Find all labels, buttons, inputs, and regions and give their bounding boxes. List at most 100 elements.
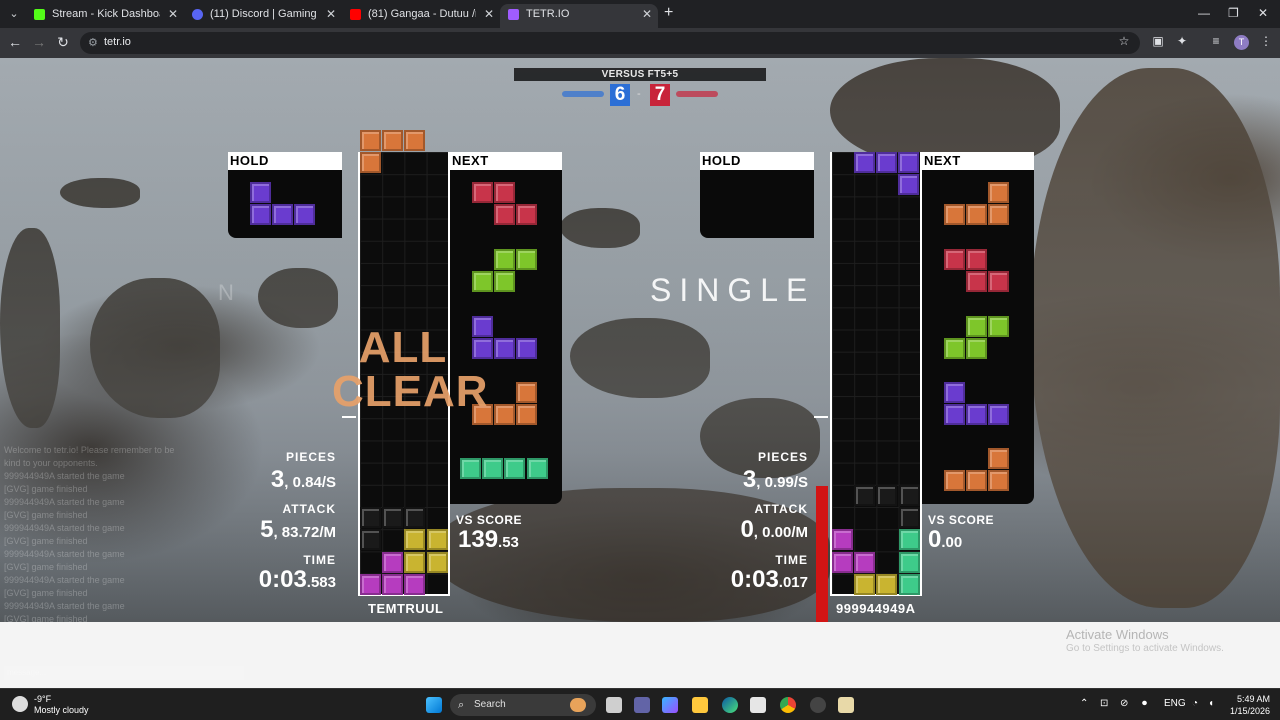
left-score: 6	[610, 84, 630, 106]
store-icon[interactable]	[750, 697, 766, 713]
file-explorer-icon[interactable]	[692, 697, 708, 713]
language-indicator[interactable]: ENG	[1164, 698, 1186, 709]
garbage-meter-marker	[814, 416, 828, 418]
obs-icon[interactable]	[810, 697, 826, 713]
tray-network-icon[interactable]: ⊘	[1120, 698, 1128, 709]
chat-line: 999944949A started the game	[4, 523, 125, 533]
close-icon[interactable]: ✕	[642, 4, 652, 24]
next-mino	[494, 249, 516, 270]
board-mino	[426, 551, 448, 573]
close-icon[interactable]: ✕	[484, 4, 494, 24]
tab-tetrio[interactable]: TETR.IO ✕	[500, 4, 658, 28]
back-icon[interactable]: ←	[6, 34, 24, 50]
tab-strip: ⌄ Stream - Kick Dashboard ✕ (11) Discord…	[0, 0, 1280, 28]
forward-icon[interactable]: →	[30, 34, 48, 50]
media-icon[interactable]: ≡	[1208, 34, 1224, 48]
falling-mino	[854, 152, 875, 173]
next-mino	[526, 458, 548, 479]
vs-score-frac: .53	[498, 534, 519, 551]
minimize-icon[interactable]: —	[1198, 6, 1210, 20]
left-player-name: TEMTRUUL	[368, 601, 444, 616]
single-callout: SINGLE	[650, 272, 816, 308]
ghost-mino	[360, 507, 381, 529]
clock[interactable]: 5:49 AM 1/15/2026	[1226, 693, 1270, 717]
menu-icon[interactable]: ⋮	[1258, 34, 1274, 48]
start-icon[interactable]	[426, 697, 442, 713]
attack-label: ATTACK	[754, 502, 808, 516]
app-icon[interactable]	[838, 697, 854, 713]
next-mino	[494, 182, 516, 203]
copilot-icon[interactable]	[662, 697, 678, 713]
board-mino	[832, 551, 853, 573]
attack-rate: 0.00/M	[762, 524, 808, 541]
time-main: 0:03	[730, 566, 779, 593]
next-mino	[988, 404, 1010, 426]
url-text: tetr.io	[104, 36, 131, 48]
tab-search-icon[interactable]: ⌄	[6, 6, 22, 22]
tab-discord[interactable]: (11) Discord | Gaming | Gvn ✕	[184, 4, 342, 28]
microphone-icon[interactable]: ⏺	[1142, 698, 1147, 709]
board-mino	[898, 573, 920, 595]
next-mino	[516, 338, 538, 360]
chrome-icon[interactable]	[780, 697, 796, 713]
next-mino	[472, 316, 493, 337]
tab-label: TETR.IO	[526, 8, 570, 20]
chat-input[interactable]: message...	[4, 666, 244, 680]
maximize-icon[interactable]: ❐	[1228, 6, 1239, 20]
tab-kick[interactable]: Stream - Kick Dashboard ✕	[26, 4, 184, 28]
chat-line: [GVG] game finished	[4, 588, 88, 598]
tray-chevron-icon[interactable]: ⌃	[1080, 698, 1088, 709]
extension-icon[interactable]: ▣	[1150, 34, 1166, 48]
next-mino	[944, 382, 965, 403]
next-mino	[988, 316, 1010, 337]
wifi-icon[interactable]: ◔	[1192, 698, 1198, 709]
puzzle-icon[interactable]: ✦	[1174, 34, 1190, 48]
vs-score-label: VS SCORE	[456, 513, 523, 527]
board-mino	[832, 529, 853, 551]
edge-icon[interactable]	[722, 697, 738, 713]
board-mino	[898, 551, 920, 573]
window-close-icon[interactable]: ✕	[1258, 6, 1268, 20]
next-mino	[944, 249, 965, 270]
board-mino	[382, 573, 404, 595]
teams-icon[interactable]	[634, 697, 650, 713]
close-icon[interactable]: ✕	[168, 4, 178, 24]
falling-mino	[382, 130, 404, 151]
tray-app-icon[interactable]: ⊡	[1100, 698, 1108, 709]
bookmark-star-icon[interactable]: ☆	[1116, 34, 1132, 48]
volume-icon[interactable]: ◖	[1208, 698, 1214, 709]
weather-temp[interactable]: -9°F	[34, 694, 51, 704]
next-mino	[966, 271, 988, 293]
profile-avatar[interactable]: T	[1234, 35, 1249, 50]
pieces-rate: 0.99/S	[764, 474, 808, 491]
attack-count: 0	[740, 516, 754, 543]
pieces-label: PIECES	[757, 450, 808, 464]
site-info-icon[interactable]: ⚙	[88, 36, 98, 49]
next-mino	[966, 470, 988, 492]
vs-score-main: 139	[458, 526, 499, 553]
hold-mino	[272, 204, 294, 226]
weather-icon[interactable]	[12, 696, 28, 712]
ghost-mino	[382, 507, 404, 529]
address-bar[interactable]: ⚙ tetr.io	[80, 32, 1140, 54]
reload-icon[interactable]: ↻	[54, 34, 72, 51]
task-view-icon[interactable]	[606, 697, 622, 713]
board-mino	[898, 529, 920, 551]
tab-youtube[interactable]: (81) Gangaa - Dutuu /not for a ✕	[342, 4, 500, 28]
ghost-mino	[404, 507, 426, 529]
next-mino	[988, 204, 1010, 226]
next-mino	[944, 338, 965, 360]
tab-label: (11) Discord | Gaming | Gvn	[210, 8, 318, 20]
falling-mino	[898, 152, 920, 173]
search-highlight-icon[interactable]	[570, 698, 586, 712]
next-mino	[516, 382, 538, 403]
new-tab-icon[interactable]: +	[664, 4, 673, 22]
address-toolbar: ← → ↻ ⚙ tetr.io ☆ ▣ ✦ ≡ ⋮	[0, 28, 1280, 58]
tab-label: Stream - Kick Dashboard	[52, 8, 160, 20]
garbage-meter-marker	[342, 416, 356, 418]
weather-desc[interactable]: Mostly cloudy	[34, 705, 89, 715]
score-separator: -	[637, 88, 641, 100]
right-player-name: 999944949A	[836, 601, 916, 616]
close-icon[interactable]: ✕	[326, 4, 336, 24]
left-hold-panel: HOLD	[228, 152, 342, 238]
